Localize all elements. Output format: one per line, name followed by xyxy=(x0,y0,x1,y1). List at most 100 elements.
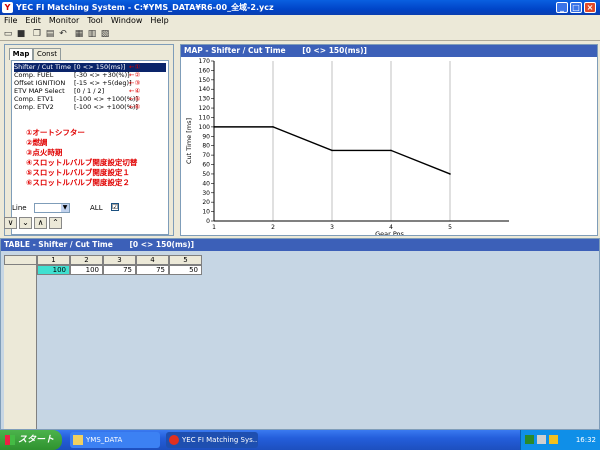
y-tick-label: 170 xyxy=(199,58,211,65)
x-tick-label: 3 xyxy=(330,224,334,231)
close-button[interactable]: × xyxy=(584,2,596,13)
move-down-button[interactable]: ∨ xyxy=(4,217,17,229)
window-title: YEC FI Matching System - C:¥YMS_DATA¥R6-… xyxy=(16,3,274,12)
table-cell[interactable]: 75 xyxy=(103,265,136,275)
column-header: 1 xyxy=(37,255,70,265)
y-tick-label: 10 xyxy=(202,209,210,216)
chart-icon[interactable]: ▥ xyxy=(86,28,98,40)
param-row-comp-etv2[interactable]: Comp. ETV2 [-100 <> +100(%)]←⑥ xyxy=(14,103,166,112)
chevron-down-icon: ▼ xyxy=(61,204,69,212)
monitor-icon[interactable]: ▦ xyxy=(73,28,85,40)
move-down-more-button[interactable]: ⌄ xyxy=(19,217,32,229)
title-bar: Y YEC FI Matching System - C:¥YMS_DATA¥R… xyxy=(0,0,600,15)
y-tick-label: 20 xyxy=(202,199,210,206)
clock: 16:32 xyxy=(575,436,596,444)
maximize-button[interactable]: □ xyxy=(570,2,582,13)
minimize-button[interactable]: _ xyxy=(556,2,568,13)
param-marker: ←① xyxy=(129,63,141,71)
x-tick-label: 5 xyxy=(448,224,452,231)
table-title-range: [0 <> 150(ms)] xyxy=(129,240,195,249)
tab-const[interactable]: Const xyxy=(33,48,61,60)
table-cell-selected[interactable]: 100 xyxy=(37,265,70,275)
map-list-panel: Map Const Shifter / Cut Time [0 <> 150(ms… xyxy=(4,44,174,236)
param-marker: ←④ xyxy=(129,87,141,95)
column-header: 2 xyxy=(70,255,103,265)
menu-tool[interactable]: Tool xyxy=(83,15,107,27)
table-window-title: TABLE - Shifter / Cut Time [0 <> 150(ms)… xyxy=(1,239,599,251)
data-point xyxy=(331,149,333,152)
y-axis-label: Cut Time [ms] xyxy=(185,118,193,164)
column-header: 3 xyxy=(103,255,136,265)
tray-app-icon[interactable] xyxy=(525,435,534,444)
param-name: Comp. ETV2 xyxy=(14,103,54,111)
x-tick-label: 2 xyxy=(271,224,275,231)
annotation-note: ①オートシフター xyxy=(26,128,85,137)
column-header: 4 xyxy=(136,255,169,265)
param-marker: ←② xyxy=(129,71,141,79)
x-axis-label: Gear Pos xyxy=(375,230,404,235)
table-cell[interactable]: 50 xyxy=(169,265,202,275)
param-marker: ←③ xyxy=(129,79,141,87)
taskbar-item-app[interactable]: YEC FI Matching Sys... xyxy=(166,432,258,448)
table-grid: 1 2 3 4 5 100 100 75 75 50 xyxy=(4,255,598,429)
all-label: ALL xyxy=(90,204,103,212)
data-point xyxy=(390,149,392,152)
menu-file[interactable]: File xyxy=(0,15,21,27)
app-icon: Y xyxy=(2,2,13,13)
map-title-range: [0 <> 150(ms)] xyxy=(302,46,367,55)
data-point xyxy=(213,126,215,128)
start-label: スタート xyxy=(18,435,55,445)
network-icon[interactable] xyxy=(537,435,546,444)
x-tick-label: 1 xyxy=(212,224,216,231)
y-tick-label: 30 xyxy=(202,190,210,197)
move-up-more-button[interactable]: ⌃ xyxy=(49,217,62,229)
save-icon[interactable]: ■ xyxy=(15,28,27,40)
tab-map[interactable]: Map xyxy=(9,48,33,60)
annotation-note: ③点火時期 xyxy=(26,148,63,157)
menu-monitor[interactable]: Monitor xyxy=(45,15,83,27)
all-checkbox[interactable]: ☑ xyxy=(111,203,119,211)
move-up-button[interactable]: ∧ xyxy=(34,217,47,229)
start-button[interactable]: スタート xyxy=(0,430,62,450)
param-marker: ←⑥ xyxy=(129,103,141,111)
taskbar-item-label: YEC FI Matching Sys... xyxy=(182,436,258,444)
taskbar-item-folder[interactable]: YMS_DATA xyxy=(70,432,160,448)
open-icon[interactable]: ▭ xyxy=(2,28,14,40)
table-cell[interactable]: 75 xyxy=(136,265,169,275)
param-range: [-100 <> +100(%)] xyxy=(74,103,138,111)
y-tick-label: 110 xyxy=(199,114,211,121)
paste-icon[interactable]: ▤ xyxy=(44,28,56,40)
table-corner xyxy=(4,255,37,265)
y-tick-label: 150 xyxy=(199,77,211,84)
map-window-title: MAP - Shifter / Cut Time [0 <> 150(ms)] xyxy=(181,45,597,57)
line-select[interactable]: ▼ xyxy=(34,203,70,213)
table-cell[interactable]: 100 xyxy=(70,265,103,275)
table-window: TABLE - Shifter / Cut Time [0 <> 150(ms)… xyxy=(0,238,600,430)
system-tray: 16:32 xyxy=(520,430,600,450)
y-tick-label: 50 xyxy=(202,171,210,178)
y-tick-label: 40 xyxy=(202,180,210,187)
volume-icon[interactable] xyxy=(549,435,558,444)
map-window: MAP - Shifter / Cut Time [0 <> 150(ms)] … xyxy=(180,44,598,236)
annotation-note: ②燃調 xyxy=(26,138,48,147)
toolbar: ▭ ■ ❐ ▤ ↶ ▦ ▥ ▧ xyxy=(0,27,600,41)
y-tick-label: 130 xyxy=(199,96,211,103)
y-tick-label: 140 xyxy=(199,86,211,93)
data-point xyxy=(449,173,451,175)
table-icon[interactable]: ▧ xyxy=(99,28,111,40)
annotation-note: ⑥スロットルバルブ開度設定２ xyxy=(26,178,130,187)
y-tick-label: 60 xyxy=(202,162,210,169)
menu-help[interactable]: Help xyxy=(146,15,172,27)
copy-icon[interactable]: ❐ xyxy=(31,28,43,40)
param-marker: ←⑤ xyxy=(129,95,141,103)
y-tick-label: 80 xyxy=(202,143,210,150)
undo-icon[interactable]: ↶ xyxy=(57,28,69,40)
menu-window[interactable]: Window xyxy=(107,15,147,27)
menu-edit[interactable]: Edit xyxy=(21,15,45,27)
menu-bar: File Edit Monitor Tool Window Help xyxy=(0,15,600,27)
cut-time-chart: 0 10 20 30 40 50 60 70 80 90 100 110 120 130 140 150 160… xyxy=(185,58,509,235)
annotation-note: ⑤スロットルバルブ開度設定１ xyxy=(26,168,130,177)
annotation-note: ④スロットルバルブ開度設定切替 xyxy=(26,158,138,167)
column-header: 5 xyxy=(169,255,202,265)
taskbar-item-label: YMS_DATA xyxy=(86,436,123,444)
